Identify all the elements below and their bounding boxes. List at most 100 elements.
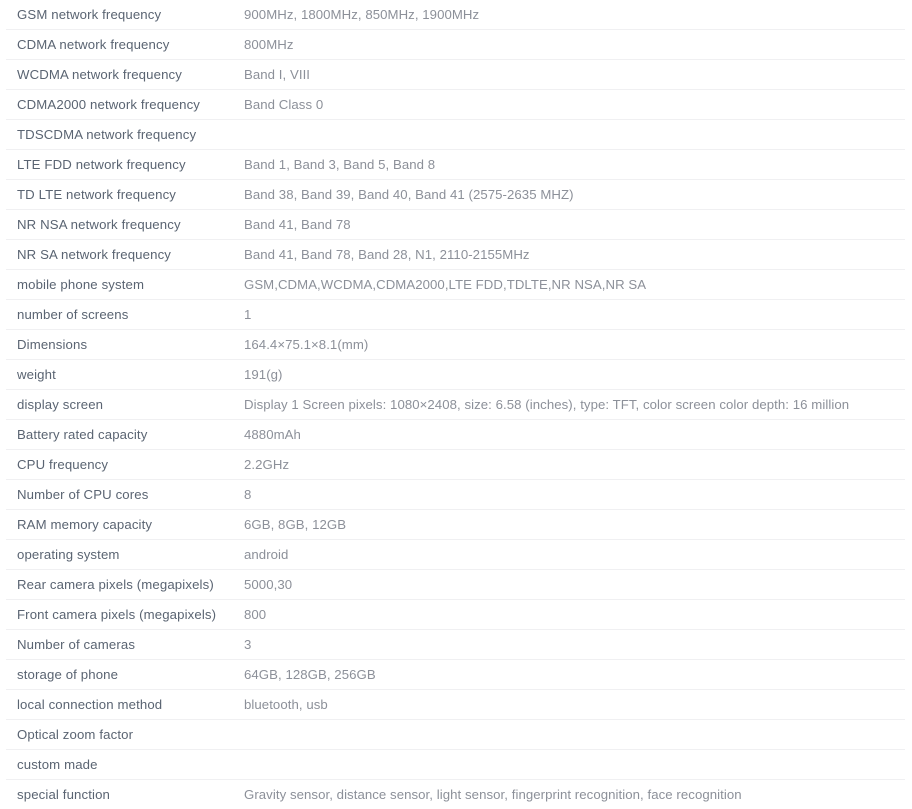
table-row: WCDMA network frequencyBand I, VIII <box>0 60 912 90</box>
row-gutter-right <box>905 690 912 720</box>
row-gutter-right <box>905 330 912 360</box>
spec-value: 800 <box>240 600 905 630</box>
spec-value: 4880mAh <box>240 420 905 450</box>
spec-label: NR SA network frequency <box>6 240 240 270</box>
spec-label: WCDMA network frequency <box>6 60 240 90</box>
spec-label: Number of CPU cores <box>6 480 240 510</box>
spec-label: NR NSA network frequency <box>6 210 240 240</box>
table-row: operating systemandroid <box>0 540 912 570</box>
table-row: TDSCDMA network frequency <box>0 120 912 150</box>
table-row: Number of cameras3 <box>0 630 912 660</box>
specification-table-body: GSM network frequency900MHz, 1800MHz, 85… <box>0 0 912 809</box>
table-row: mobile phone systemGSM,CDMA,WCDMA,CDMA20… <box>0 270 912 300</box>
spec-label: Rear camera pixels (megapixels) <box>6 570 240 600</box>
spec-label: Battery rated capacity <box>6 420 240 450</box>
table-row: Rear camera pixels (megapixels)5000,30 <box>0 570 912 600</box>
spec-label: Number of cameras <box>6 630 240 660</box>
row-gutter-right <box>905 30 912 60</box>
spec-value: bluetooth, usb <box>240 690 905 720</box>
table-row: display screenDisplay 1 Screen pixels: 1… <box>0 390 912 420</box>
row-gutter-right <box>905 660 912 690</box>
row-gutter-right <box>905 60 912 90</box>
row-gutter-right <box>905 480 912 510</box>
spec-value: 900MHz, 1800MHz, 850MHz, 1900MHz <box>240 0 905 30</box>
table-row: Optical zoom factor <box>0 720 912 750</box>
spec-label: custom made <box>6 750 240 780</box>
spec-label: number of screens <box>6 300 240 330</box>
row-gutter-right <box>905 630 912 660</box>
spec-label: Dimensions <box>6 330 240 360</box>
row-gutter-right <box>905 180 912 210</box>
spec-label: display screen <box>6 390 240 420</box>
table-row: number of screens1 <box>0 300 912 330</box>
spec-label: weight <box>6 360 240 390</box>
specification-table: GSM network frequency900MHz, 1800MHz, 85… <box>0 0 912 809</box>
spec-label: TD LTE network frequency <box>6 180 240 210</box>
spec-label: operating system <box>6 540 240 570</box>
row-gutter-right <box>905 150 912 180</box>
table-row: custom made <box>0 750 912 780</box>
spec-value: 8 <box>240 480 905 510</box>
spec-value: Band 1, Band 3, Band 5, Band 8 <box>240 150 905 180</box>
spec-value: 2.2GHz <box>240 450 905 480</box>
row-gutter-right <box>905 720 912 750</box>
row-gutter-right <box>905 240 912 270</box>
row-gutter-right <box>905 450 912 480</box>
row-gutter-right <box>905 540 912 570</box>
table-row: CDMA network frequency800MHz <box>0 30 912 60</box>
row-gutter-right <box>905 120 912 150</box>
row-gutter-right <box>905 360 912 390</box>
spec-label: mobile phone system <box>6 270 240 300</box>
table-row: CDMA2000 network frequencyBand Class 0 <box>0 90 912 120</box>
spec-value: 800MHz <box>240 30 905 60</box>
table-row: Front camera pixels (megapixels)800 <box>0 600 912 630</box>
row-gutter-right <box>905 210 912 240</box>
spec-value: Band I, VIII <box>240 60 905 90</box>
table-row: TD LTE network frequencyBand 38, Band 39… <box>0 180 912 210</box>
row-gutter-right <box>905 570 912 600</box>
spec-value <box>240 120 905 150</box>
table-row: CPU frequency2.2GHz <box>0 450 912 480</box>
spec-value <box>240 750 905 780</box>
spec-value: Display 1 Screen pixels: 1080×2408, size… <box>240 390 905 420</box>
spec-value: Band 41, Band 78, Band 28, N1, 2110-2155… <box>240 240 905 270</box>
spec-value: GSM,CDMA,WCDMA,CDMA2000,LTE FDD,TDLTE,NR… <box>240 270 905 300</box>
spec-label: local connection method <box>6 690 240 720</box>
spec-label: TDSCDMA network frequency <box>6 120 240 150</box>
spec-label: CDMA network frequency <box>6 30 240 60</box>
row-gutter-right <box>905 270 912 300</box>
table-row: NR SA network frequencyBand 41, Band 78,… <box>0 240 912 270</box>
row-gutter-right <box>905 750 912 780</box>
spec-value: Band 38, Band 39, Band 40, Band 41 (2575… <box>240 180 905 210</box>
row-gutter-right <box>905 390 912 420</box>
table-row: Dimensions164.4×75.1×8.1(mm) <box>0 330 912 360</box>
spec-value: 1 <box>240 300 905 330</box>
row-gutter-right <box>905 0 912 30</box>
table-row: weight191(g) <box>0 360 912 390</box>
table-row: storage of phone64GB, 128GB, 256GB <box>0 660 912 690</box>
spec-label: CDMA2000 network frequency <box>6 90 240 120</box>
row-gutter-right <box>905 300 912 330</box>
table-row: RAM memory capacity6GB, 8GB, 12GB <box>0 510 912 540</box>
table-row: NR NSA network frequencyBand 41, Band 78 <box>0 210 912 240</box>
row-gutter-right <box>905 420 912 450</box>
spec-label: Optical zoom factor <box>6 720 240 750</box>
spec-value: 64GB, 128GB, 256GB <box>240 660 905 690</box>
spec-value: android <box>240 540 905 570</box>
spec-label: LTE FDD network frequency <box>6 150 240 180</box>
spec-value: 164.4×75.1×8.1(mm) <box>240 330 905 360</box>
row-gutter-right <box>905 90 912 120</box>
spec-value: 191(g) <box>240 360 905 390</box>
row-gutter-right <box>905 600 912 630</box>
spec-value: Band 41, Band 78 <box>240 210 905 240</box>
table-row: LTE FDD network frequencyBand 1, Band 3,… <box>0 150 912 180</box>
spec-label: RAM memory capacity <box>6 510 240 540</box>
spec-value: 3 <box>240 630 905 660</box>
table-row: local connection methodbluetooth, usb <box>0 690 912 720</box>
table-row: GSM network frequency900MHz, 1800MHz, 85… <box>0 0 912 30</box>
table-row: Battery rated capacity4880mAh <box>0 420 912 450</box>
spec-label: CPU frequency <box>6 450 240 480</box>
spec-value: 5000,30 <box>240 570 905 600</box>
spec-value <box>240 720 905 750</box>
spec-value: 6GB, 8GB, 12GB <box>240 510 905 540</box>
